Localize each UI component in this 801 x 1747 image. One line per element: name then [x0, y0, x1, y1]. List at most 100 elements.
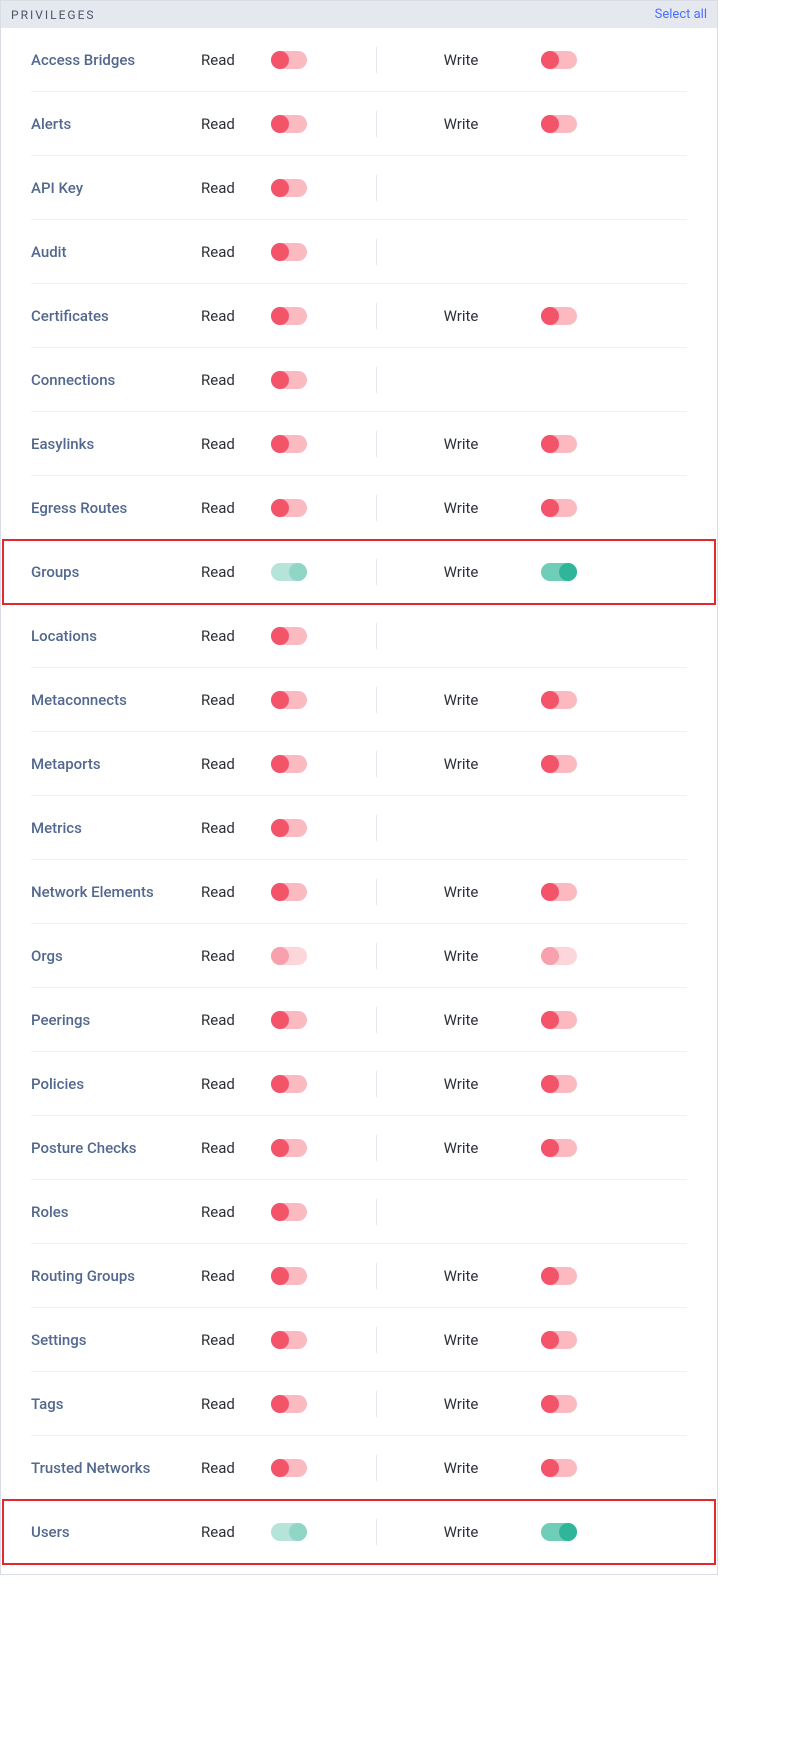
toggle-posture-checks-read[interactable] — [271, 1139, 307, 1157]
privilege-name[interactable]: Orgs — [31, 947, 201, 965]
toggle-access-bridges-write[interactable] — [541, 51, 577, 69]
toggle-peerings-read[interactable] — [271, 1011, 307, 1029]
read-toggle-cell — [271, 1267, 351, 1285]
read-toggle-cell — [271, 691, 351, 709]
privilege-name[interactable]: Posture Checks — [31, 1139, 201, 1157]
write-label: Write — [401, 1139, 521, 1157]
read-toggle-cell — [271, 1075, 351, 1093]
read-label: Read — [201, 1011, 271, 1029]
toggle-knob — [541, 1331, 559, 1349]
toggle-metrics-read[interactable] — [271, 819, 307, 837]
toggle-metaports-read[interactable] — [271, 755, 307, 773]
divider — [376, 239, 377, 265]
privilege-name[interactable]: Metaconnects — [31, 691, 201, 709]
write-toggle-cell — [541, 1011, 577, 1029]
toggle-egress-routes-write[interactable] — [541, 499, 577, 517]
privilege-row: OrgsReadWrite — [31, 924, 687, 988]
divider — [376, 1455, 377, 1481]
read-toggle-cell — [271, 51, 351, 69]
toggle-groups-read[interactable] — [271, 563, 307, 581]
privilege-name[interactable]: Locations — [31, 627, 201, 645]
divider — [376, 751, 377, 777]
privilege-name[interactable]: Access Bridges — [31, 51, 201, 69]
toggle-easylinks-read[interactable] — [271, 435, 307, 453]
toggle-orgs-read[interactable] — [271, 947, 307, 965]
toggle-settings-write[interactable] — [541, 1331, 577, 1349]
privilege-name[interactable]: Audit — [31, 243, 201, 261]
toggle-alerts-write[interactable] — [541, 115, 577, 133]
toggle-easylinks-write[interactable] — [541, 435, 577, 453]
privilege-name[interactable]: Peerings — [31, 1011, 201, 1029]
toggle-egress-routes-read[interactable] — [271, 499, 307, 517]
toggle-connections-read[interactable] — [271, 371, 307, 389]
privilege-name[interactable]: Certificates — [31, 307, 201, 325]
toggle-network-elements-write[interactable] — [541, 883, 577, 901]
toggle-alerts-read[interactable] — [271, 115, 307, 133]
read-toggle-cell — [271, 1139, 351, 1157]
toggle-locations-read[interactable] — [271, 627, 307, 645]
write-toggle-cell — [541, 1139, 577, 1157]
read-label: Read — [201, 115, 271, 133]
privilege-name[interactable]: Metrics — [31, 819, 201, 837]
privilege-name[interactable]: Tags — [31, 1395, 201, 1413]
privilege-name[interactable]: Roles — [31, 1203, 201, 1221]
toggle-orgs-write[interactable] — [541, 947, 577, 965]
toggle-users-write[interactable] — [541, 1523, 577, 1541]
divider — [376, 367, 377, 393]
privilege-name[interactable]: Metaports — [31, 755, 201, 773]
privilege-name[interactable]: Egress Routes — [31, 499, 201, 517]
read-toggle-cell — [271, 947, 351, 965]
divider-cell — [351, 623, 401, 649]
divider-cell — [351, 943, 401, 969]
toggle-api-key-read[interactable] — [271, 179, 307, 197]
privilege-name[interactable]: Network Elements — [31, 883, 201, 901]
toggle-tags-read[interactable] — [271, 1395, 307, 1413]
read-toggle-cell — [271, 307, 351, 325]
read-toggle-cell — [271, 627, 351, 645]
toggle-knob — [271, 1203, 289, 1221]
privilege-name[interactable]: Groups — [31, 563, 201, 581]
toggle-knob — [271, 1011, 289, 1029]
read-toggle-cell — [271, 1395, 351, 1413]
toggle-posture-checks-write[interactable] — [541, 1139, 577, 1157]
privilege-name[interactable]: Trusted Networks — [31, 1459, 201, 1477]
toggle-audit-read[interactable] — [271, 243, 307, 261]
select-all-link[interactable]: Select all — [655, 7, 707, 22]
toggle-settings-read[interactable] — [271, 1331, 307, 1349]
toggle-metaports-write[interactable] — [541, 755, 577, 773]
toggle-trusted-networks-read[interactable] — [271, 1459, 307, 1477]
read-label: Read — [201, 1075, 271, 1093]
toggle-trusted-networks-write[interactable] — [541, 1459, 577, 1477]
toggle-knob — [541, 435, 559, 453]
toggle-access-bridges-read[interactable] — [271, 51, 307, 69]
toggle-users-read[interactable] — [271, 1523, 307, 1541]
write-label: Write — [401, 1011, 521, 1029]
divider-cell — [351, 1135, 401, 1161]
toggle-peerings-write[interactable] — [541, 1011, 577, 1029]
toggle-policies-read[interactable] — [271, 1075, 307, 1093]
privilege-row: AlertsReadWrite — [31, 92, 687, 156]
toggle-certificates-read[interactable] — [271, 307, 307, 325]
privilege-name[interactable]: Settings — [31, 1331, 201, 1349]
toggle-network-elements-read[interactable] — [271, 883, 307, 901]
privilege-name[interactable]: Alerts — [31, 115, 201, 133]
toggle-tags-write[interactable] — [541, 1395, 577, 1413]
toggle-certificates-write[interactable] — [541, 307, 577, 325]
privilege-name[interactable]: Routing Groups — [31, 1267, 201, 1285]
toggle-routing-groups-read[interactable] — [271, 1267, 307, 1285]
toggle-routing-groups-write[interactable] — [541, 1267, 577, 1285]
toggle-knob — [271, 243, 289, 261]
read-label: Read — [201, 1523, 271, 1541]
privilege-name[interactable]: Easylinks — [31, 435, 201, 453]
privilege-row: SettingsReadWrite — [31, 1308, 687, 1372]
divider-cell — [351, 1519, 401, 1545]
toggle-policies-write[interactable] — [541, 1075, 577, 1093]
privilege-name[interactable]: Policies — [31, 1075, 201, 1093]
privilege-name[interactable]: API Key — [31, 179, 201, 197]
toggle-metaconnects-write[interactable] — [541, 691, 577, 709]
privilege-name[interactable]: Connections — [31, 371, 201, 389]
privilege-name[interactable]: Users — [31, 1523, 201, 1541]
toggle-metaconnects-read[interactable] — [271, 691, 307, 709]
toggle-roles-read[interactable] — [271, 1203, 307, 1221]
toggle-groups-write[interactable] — [541, 563, 577, 581]
